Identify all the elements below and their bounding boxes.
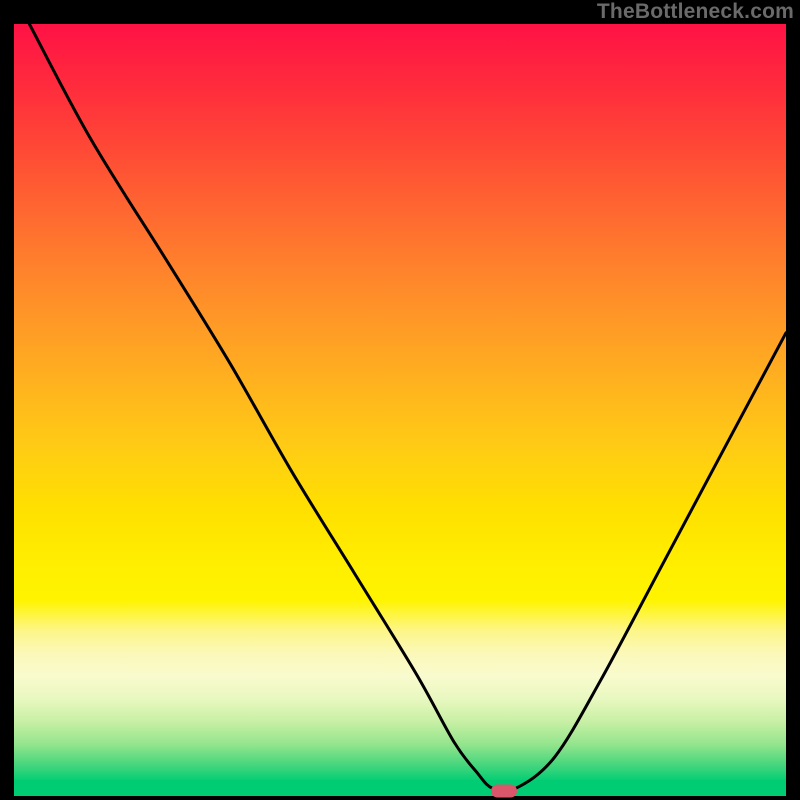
watermark-text: TheBottleneck.com [597,0,794,24]
plot-area [14,24,786,796]
optimum-marker [491,785,517,798]
chart-frame [14,24,786,796]
bottleneck-curve [14,24,786,796]
